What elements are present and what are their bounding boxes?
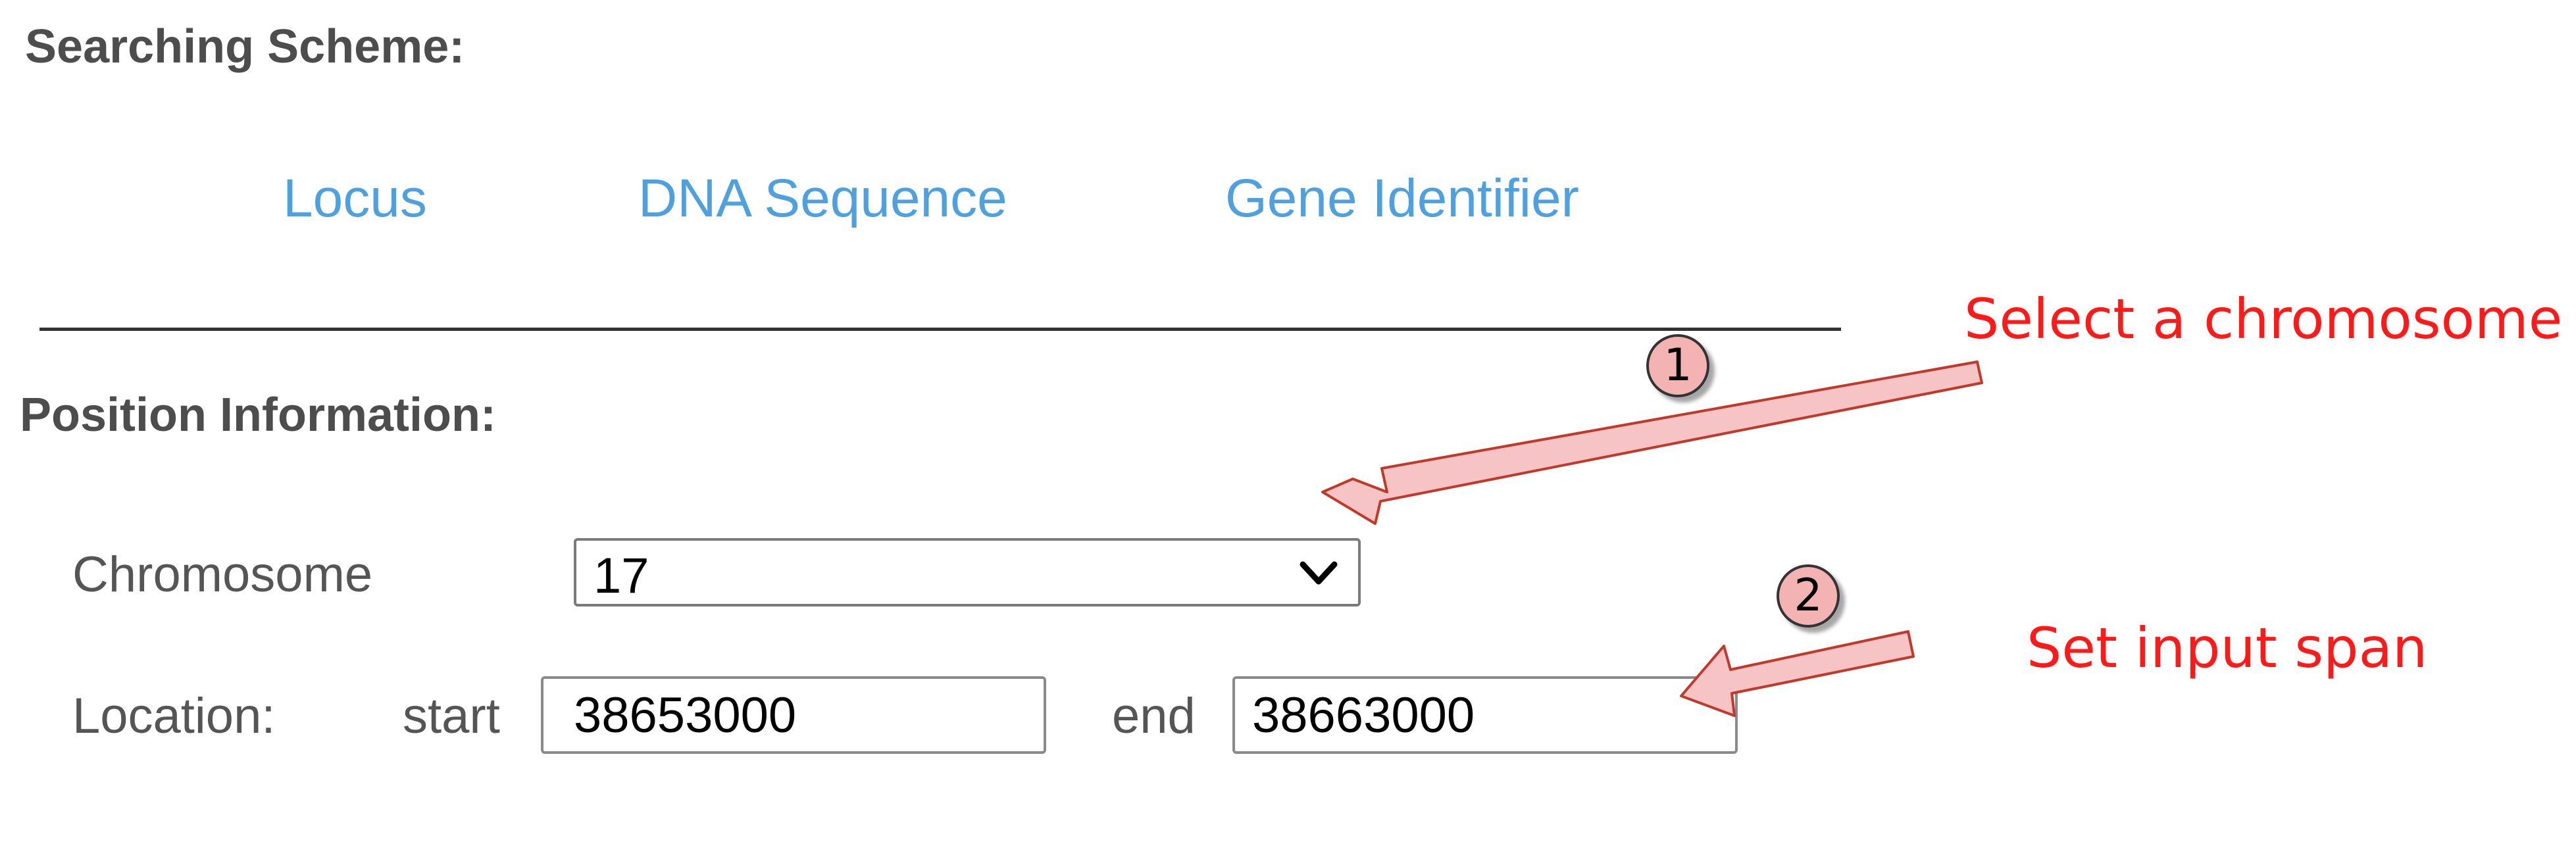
annotation-set-input-span: Set input span [2027,616,2428,680]
position-information-heading: Position Information: [20,389,496,441]
step-2-badge: 2 [1777,564,1840,628]
end-input[interactable] [1232,676,1738,754]
annotation-select-chromosome: Select a chromosome [1964,287,2563,351]
section-divider [39,328,1841,331]
chromosome-selected-value: 17 [593,548,649,604]
end-label: end [1112,688,1196,744]
location-label: Location: [72,688,276,744]
start-input[interactable] [541,676,1046,754]
arrow-to-chromosome-select [1321,360,1983,525]
chevron-down-icon [1300,561,1338,585]
start-label: start [403,688,500,744]
tab-locus[interactable]: Locus [283,168,427,230]
chromosome-label: Chromosome [72,547,373,603]
searching-scheme-heading: Searching Scheme: [25,20,465,73]
tab-dna-sequence[interactable]: DNA Sequence [638,168,1007,230]
step-1-badge: 1 [1646,334,1709,397]
chromosome-select[interactable]: 17 [574,538,1361,607]
tab-gene-identifier[interactable]: Gene Identifier [1225,168,1579,230]
